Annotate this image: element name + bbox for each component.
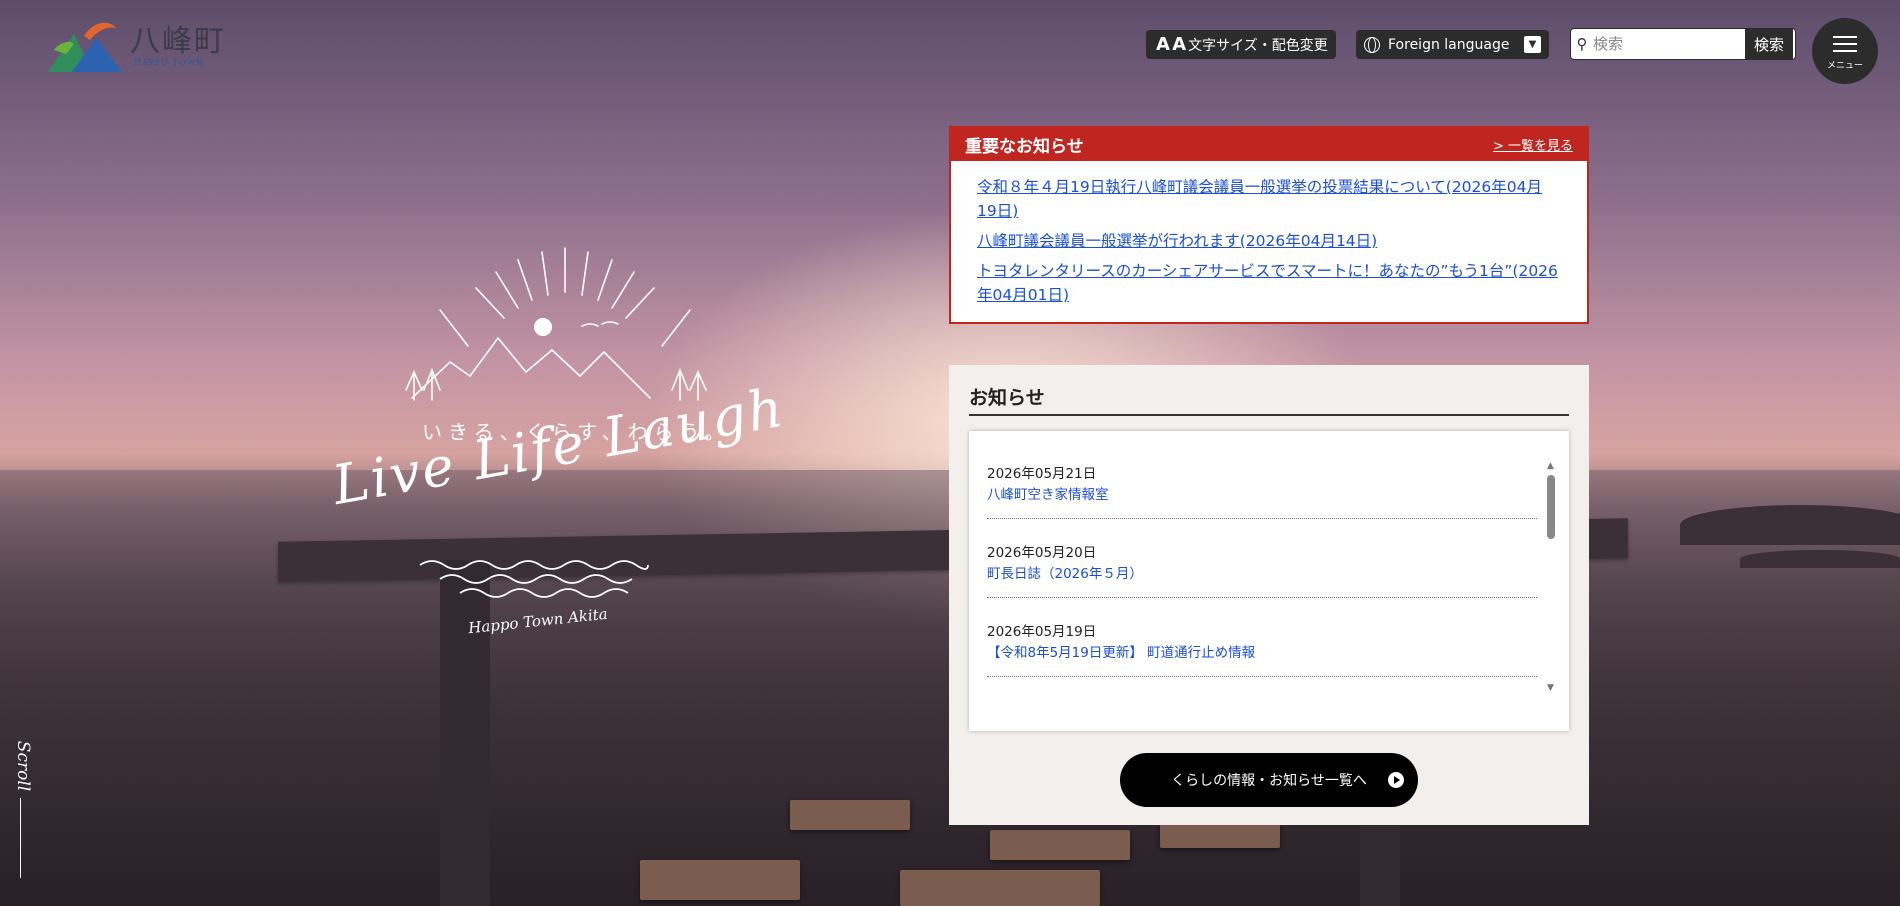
important-notices-panel: 重要なお知らせ > 一覧を見る 令和８年４月19日執行八峰町議会議員一般選挙の投… — [949, 126, 1589, 324]
search-icon: ⚲ — [1576, 35, 1588, 53]
scroll-line — [20, 798, 21, 878]
menu-label: メニュー — [1826, 61, 1863, 71]
search-form: ⚲ 検索 — [1570, 28, 1796, 60]
arrow-circle-icon — [1388, 772, 1404, 788]
scroll-down-arrow-icon[interactable]: ▼ — [1547, 683, 1554, 693]
important-notices-more-link[interactable]: > 一覧を見る — [1493, 135, 1573, 154]
chevron-down-icon: ▼ — [1524, 36, 1541, 53]
sunrise-mountain-illustration-icon — [405, 247, 707, 401]
text-size-label: 文字サイズ・配色変更 — [1188, 37, 1328, 54]
important-notice-link[interactable]: 八峰町議会議員一般選挙が行われます(2026年04月14日) — [977, 229, 1561, 253]
background-island — [1680, 505, 1900, 545]
important-notices-title: 重要なお知らせ — [965, 137, 1084, 157]
news-list-all-label: くらしの情報・お知らせ一覧へ — [1171, 773, 1367, 789]
news-link[interactable]: 町長日誌（2026年５月） — [987, 562, 1143, 582]
news-title-underline — [969, 414, 1569, 416]
news-panel: お知らせ 2026年05月21日 八峰町空き家情報室 2026年05月20日 町… — [949, 365, 1589, 825]
search-input[interactable] — [1593, 29, 1745, 59]
news-list-box[interactable]: 2026年05月21日 八峰町空き家情報室 2026年05月20日 町長日誌（2… — [969, 431, 1569, 731]
news-link[interactable]: 八峰町空き家情報室 — [987, 483, 1109, 503]
hamburger-icon — [1833, 31, 1857, 57]
search-button[interactable]: 検索 — [1745, 29, 1793, 59]
hero-catchcopy: いきる、くらす、わらう。 Live Life Laugh Happo Town … — [320, 240, 790, 660]
important-notice-link[interactable]: 令和８年４月19日執行八峰町議会議員一般選挙の投票結果について(2026年04月… — [977, 175, 1561, 223]
important-notice-link[interactable]: トヨタレンタリースのカーシェアサービスでスマートに！あなたの”もう1台”(202… — [977, 259, 1561, 307]
background-bench — [990, 830, 1130, 860]
logo-text: 八峰町 — [130, 24, 226, 59]
news-date: 2026年05月20日 — [987, 545, 1097, 561]
scroll-indicator[interactable]: Scroll — [12, 728, 42, 878]
news-link[interactable]: 【令和8年5月19日更新】 町道通行止め情報 — [987, 641, 1255, 661]
news-date: 2026年05月19日 — [987, 624, 1097, 640]
text-size-icon: A A — [1156, 34, 1186, 55]
important-notices-list: 令和８年４月19日執行八峰町議会議員一般選挙の投票結果について(2026年04月… — [951, 161, 1587, 307]
waves-illustration-icon — [419, 560, 649, 598]
news-item[interactable]: 2026年05月20日 町長日誌（2026年５月） — [987, 541, 1537, 598]
text-size-color-button[interactable]: A A 文字サイズ・配色変更 — [1146, 30, 1336, 59]
foreign-language-select[interactable]: Foreign language ▼ — [1356, 30, 1549, 59]
background-bench — [900, 870, 1100, 906]
news-date: 2026年05月21日 — [987, 466, 1097, 482]
logo-mark-icon — [48, 22, 122, 72]
news-scrollbar[interactable]: ▲ ▼ — [1547, 461, 1555, 693]
news-title: お知らせ — [969, 387, 1045, 409]
news-scrollbar-thumb[interactable] — [1547, 475, 1555, 539]
background-bench — [790, 800, 910, 830]
foreign-language-label: Foreign language — [1388, 36, 1510, 53]
news-item[interactable]: 2026年05月21日 八峰町空き家情報室 — [987, 462, 1537, 519]
logo-subtext: HAPPO TOWN — [134, 58, 204, 67]
menu-button[interactable]: メニュー — [1812, 18, 1878, 84]
news-item[interactable]: 2026年05月19日 【令和8年5月19日更新】 町道通行止め情報 — [987, 620, 1537, 677]
scroll-label: Scroll — [13, 740, 34, 792]
background-rocks — [1740, 550, 1900, 568]
important-notices-header: 重要なお知らせ > 一覧を見る — [951, 128, 1587, 161]
background-bench — [640, 860, 800, 900]
globe-icon — [1364, 36, 1380, 53]
news-list-all-button[interactable]: くらしの情報・お知らせ一覧へ — [1120, 753, 1418, 807]
scroll-up-arrow-icon[interactable]: ▲ — [1547, 461, 1554, 471]
